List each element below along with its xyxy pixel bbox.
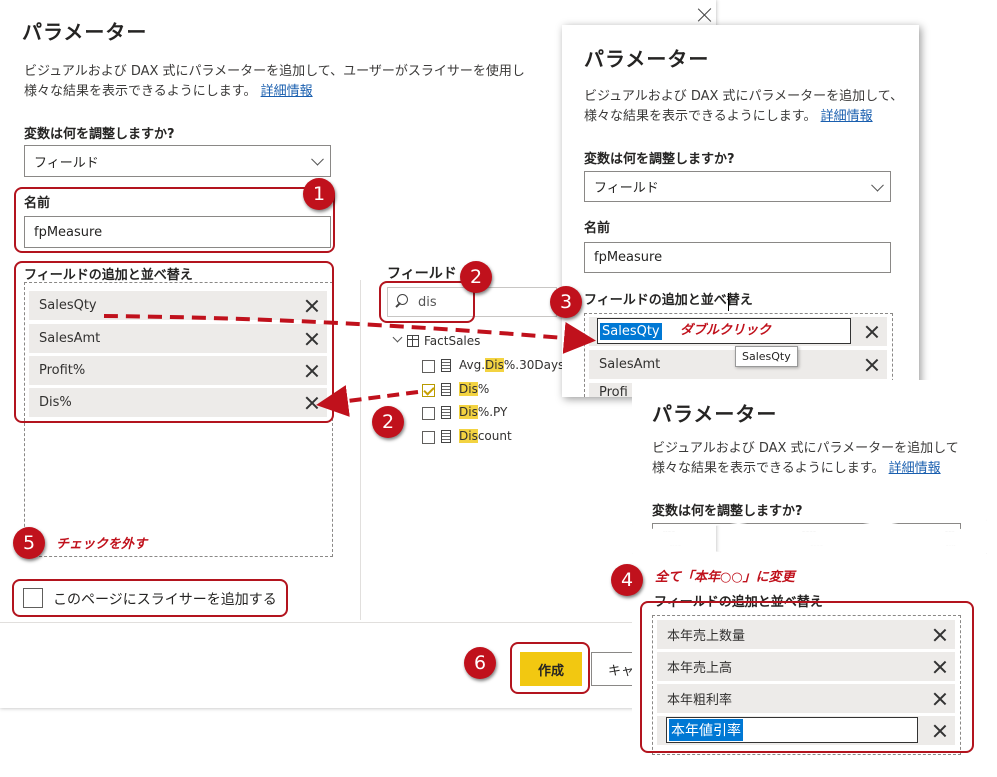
annotation-uncheck: チェックを外す — [56, 537, 148, 552]
step-badge-5: 5 — [13, 527, 45, 559]
annotation-double-click: ダブルクリック — [680, 323, 772, 338]
step-badge-3: 3 — [550, 286, 582, 318]
step-badge-1: 1 — [303, 178, 335, 210]
arrow-to-dis — [316, 385, 419, 417]
step-badge-2a: 2 — [460, 261, 492, 293]
arrow-to-second-dialog — [103, 314, 596, 354]
step-badge-4: 4 — [611, 564, 643, 596]
drag-arrows — [103, 314, 596, 417]
annotation-rename-all: 全て「本年○○」に変更 — [655, 570, 795, 585]
step-badge-6: 6 — [464, 647, 496, 679]
step-badge-2b: 2 — [372, 406, 404, 438]
